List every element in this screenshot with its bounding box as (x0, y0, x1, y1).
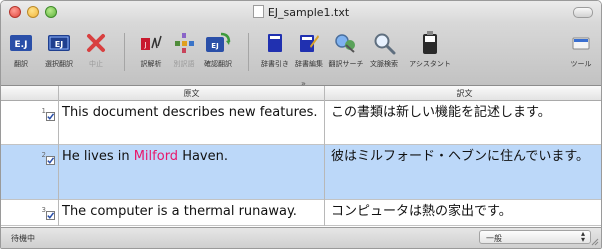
column-divider (58, 86, 59, 226)
app-window: EJ_sample1.txt E.J 翻訳 EJ 選択翻訳 中止 J 訳解析 別… (0, 0, 602, 249)
title-bar: EJ_sample1.txt (1, 1, 601, 23)
field-select[interactable]: 一般 ▴ ▾ (479, 230, 591, 244)
source-text[interactable]: This document describes new features. (62, 103, 322, 123)
checkmark-icon[interactable] (46, 106, 55, 121)
assistant-button[interactable]: アシスタント (400, 29, 460, 69)
confirm-translate-label: 確認翻訳 (204, 60, 232, 68)
source-column-header[interactable]: 原文 (59, 88, 324, 99)
target-text[interactable]: この書類は新しい機能を記述します。 (331, 103, 601, 123)
highlighted-word: Milford (133, 149, 179, 164)
toolbar: E.J 翻訳 EJ 選択翻訳 中止 J 訳解析 別訳語 EJ 確認翻訳 辞書引き… (1, 23, 601, 88)
tools-button[interactable]: ツール (551, 29, 601, 69)
status-bar: 待機中 一般 ▴ ▾ (1, 227, 601, 248)
assistant-label: アシスタント (409, 60, 451, 68)
status-text: 待機中 (11, 234, 35, 243)
updown-arrows-icon: ▴ ▾ (580, 229, 585, 244)
source-text[interactable]: The computer is a thermal runaway. (62, 202, 322, 222)
confirm-translate-button[interactable]: EJ 確認翻訳 (188, 29, 248, 69)
resize-grip-icon[interactable] (591, 238, 599, 246)
document-icon (252, 5, 264, 18)
stop-icon (66, 29, 126, 57)
source-text-pre: He lives in (62, 149, 134, 164)
svg-text:EJ: EJ (211, 42, 218, 50)
assistant-icon (400, 29, 460, 57)
tools-icon (551, 29, 601, 57)
tools-label: ツール (570, 60, 592, 68)
field-select-value: 一般 (486, 234, 502, 243)
window-title-wrap: EJ_sample1.txt (1, 5, 601, 19)
toolbar-toggle-button[interactable] (573, 7, 593, 18)
svg-text:J: J (143, 41, 146, 49)
table-header: 原文 訳文 (1, 86, 601, 101)
row-number: 3 (41, 206, 46, 214)
svg-text:E.J: E.J (15, 40, 28, 50)
stop-label: 中止 (89, 60, 103, 68)
window-title: EJ_sample1.txt (267, 6, 350, 19)
source-text-post: Haven. (178, 149, 228, 164)
svg-text:EJ: EJ (55, 40, 63, 49)
target-text[interactable]: 彼はミルフォード・ヘブンに住んでいます。 (331, 147, 601, 167)
row-number: 1 (41, 107, 46, 115)
checkmark-icon[interactable] (46, 150, 55, 165)
table-row-selected[interactable]: 2 He lives in Milford Haven. 彼はミルフォード・ヘブ… (1, 145, 601, 200)
table-row[interactable]: 1 This document describes new features. … (1, 101, 601, 145)
target-column-header[interactable]: 訳文 (326, 88, 601, 99)
row-number: 2 (41, 151, 46, 159)
checkmark-icon[interactable] (46, 205, 55, 220)
confirm-translate-icon: EJ (188, 29, 248, 57)
column-divider[interactable] (324, 86, 325, 226)
stop-button[interactable]: 中止 (66, 29, 126, 69)
source-text[interactable]: He lives in Milford Haven. (62, 147, 322, 167)
table-row[interactable]: 3 The computer is a thermal runaway. コンピ… (1, 200, 601, 226)
target-text[interactable]: コンピュータは熱の家出です。 (331, 202, 601, 222)
